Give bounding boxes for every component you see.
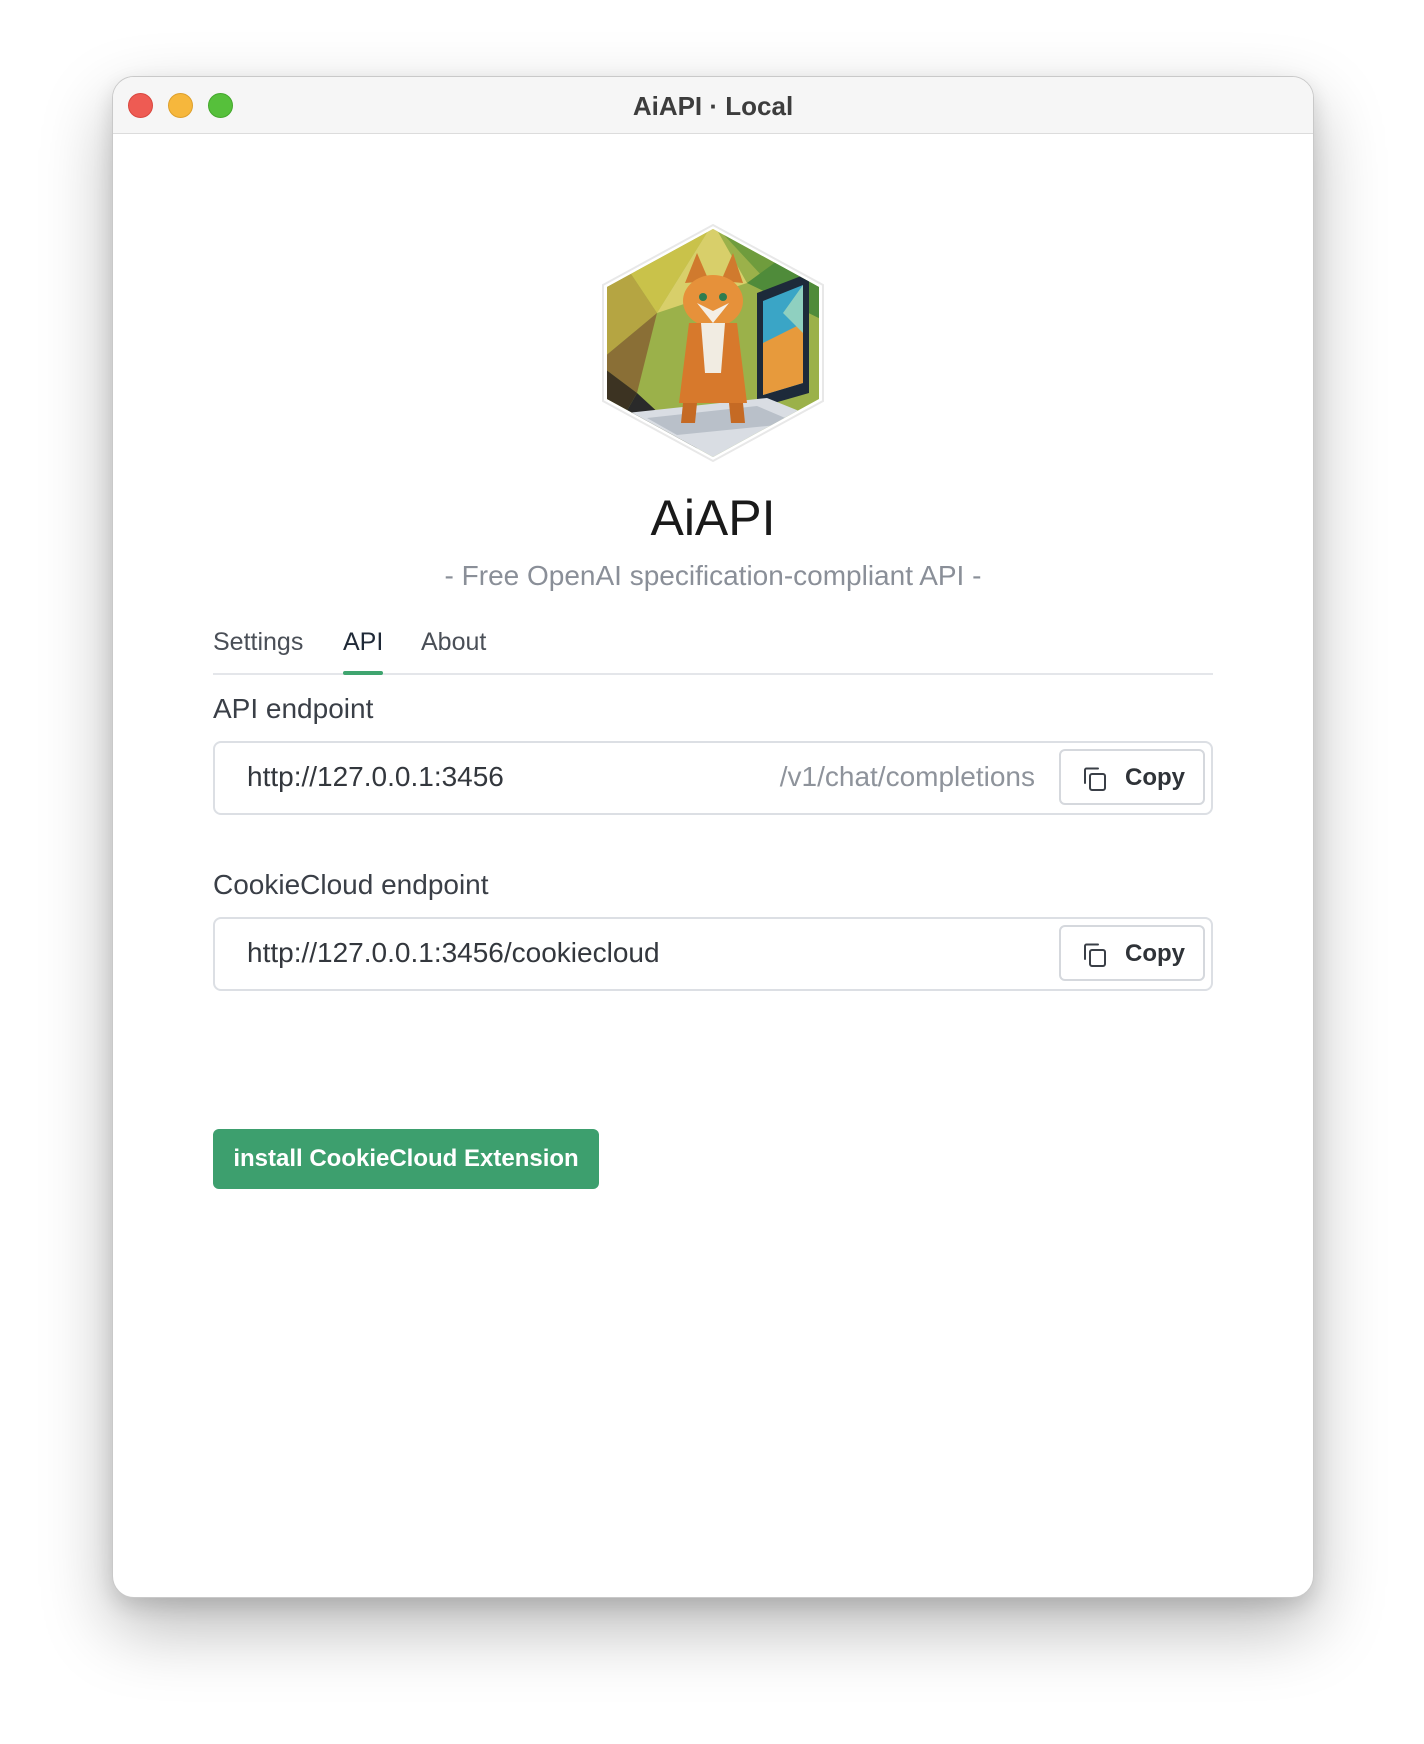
install-cookiecloud-extension-button[interactable]: install CookieCloud Extension [213,1129,599,1189]
copy-icon [1084,943,1106,967]
cookiecloud-endpoint-field[interactable]: http://127.0.0.1:3456/cookiecloud Copy [213,917,1213,991]
tab-api[interactable]: API [343,625,384,675]
app-tagline: - Free OpenAI specification-compliant AP… [444,560,982,591]
copy-cookiecloud-endpoint-button[interactable]: Copy [1059,925,1205,981]
cookiecloud-endpoint-label: CookieCloud endpoint [213,869,489,900]
api-endpoint-label: API endpoint [213,693,374,724]
tab-about[interactable]: About [421,625,486,673]
copy-label: Copy [1125,940,1185,967]
tab-settings[interactable]: Settings [213,625,303,673]
cookiecloud-endpoint-value[interactable]: http://127.0.0.1:3456/cookiecloud [247,937,660,969]
api-endpoint-field[interactable]: http://127.0.0.1:3456 /v1/chat/completio… [213,741,1213,815]
api-endpoint-suffix: /v1/chat/completions [779,761,1035,792]
copy-api-endpoint-button[interactable]: Copy [1059,749,1205,805]
api-endpoint-value[interactable]: http://127.0.0.1:3456 [247,761,504,793]
copy-icon [1084,767,1106,791]
app-logo-icon [602,223,824,463]
window-title: AiAPI · Local [632,91,794,121]
app-name: AiAPI [650,490,776,546]
copy-label: Copy [1125,764,1185,791]
title-bar[interactable]: AiAPI · Local [113,77,1313,134]
app-window: AiAPI · Local AiAPI - Free OpenAI specif… [112,76,1314,1598]
tab-bar: Settings API About [213,625,1213,675]
